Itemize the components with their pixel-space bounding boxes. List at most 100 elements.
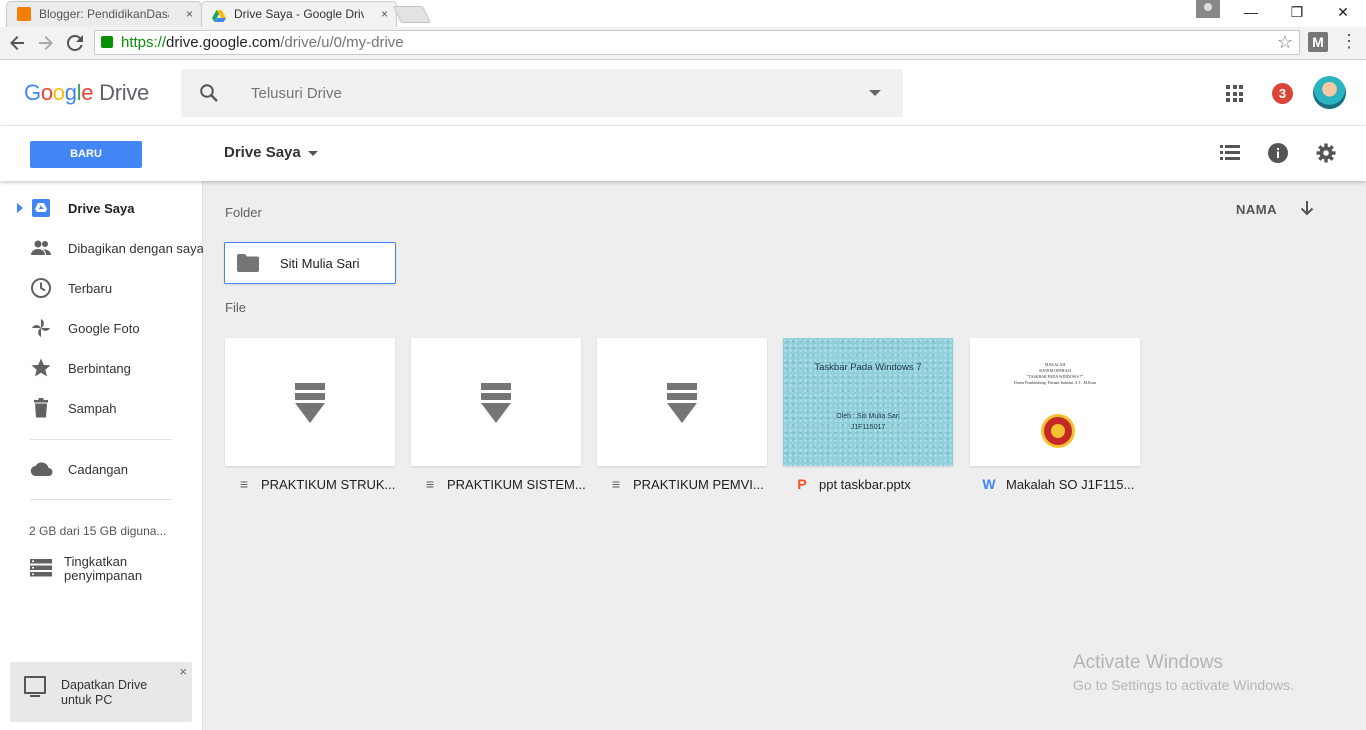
forward-icon[interactable]: [34, 31, 58, 55]
file-card[interactable]: MAKALAH SISTEM OPERASI "TASKBAR PADA WIN…: [970, 338, 1140, 466]
upgrade-label: Tingkatkan: [64, 554, 128, 569]
file-name: PRAKTIKUM SISTEM...: [447, 477, 586, 492]
sidebar-item-label: Google Foto: [68, 321, 140, 336]
url-scheme: https://: [121, 34, 167, 51]
activation-watermark-subtitle: Go to Settings to activate Windows.: [1073, 677, 1294, 693]
slide-byline: Oleh : Siti Mulia Sari J1F115017: [783, 411, 953, 433]
sidebar-item-label: Berbintang: [68, 361, 131, 376]
apps-grid-icon[interactable]: [1226, 85, 1243, 102]
file-caption[interactable]: ≡ PRAKTIKUM STRUK...: [225, 476, 395, 496]
sidebar-item-label: Dibagikan dengan saya: [68, 241, 204, 256]
url-path: /drive/u/0/my-drive: [280, 34, 404, 51]
generic-file-icon: [667, 383, 697, 430]
logo-letter: G: [24, 80, 41, 105]
generic-file-icon: [481, 383, 511, 430]
tab-google-drive[interactable]: Drive Saya - Google Drive ×: [201, 1, 397, 27]
sidebar-item-shared[interactable]: Dibagikan dengan saya: [0, 229, 204, 269]
file-card[interactable]: [225, 338, 395, 466]
file-name: PRAKTIKUM PEMVI...: [633, 477, 764, 492]
sidebar-item-label: Cadangan: [68, 462, 128, 477]
notification-badge[interactable]: 3: [1272, 83, 1293, 104]
upgrade-storage-link[interactable]: Tingkatkan penyimpanan: [30, 553, 200, 583]
slide-id: J1F115017: [850, 424, 886, 431]
document-preview-text: MAKALAH SISTEM OPERASI "TASKBAR PADA WIN…: [970, 362, 1140, 386]
new-button[interactable]: BARU: [30, 141, 142, 168]
back-icon[interactable]: [5, 31, 29, 55]
bookmark-star-icon[interactable]: ☆: [1277, 31, 1293, 54]
search-input[interactable]: [251, 81, 811, 105]
sidebar-item-trash[interactable]: Sampah: [0, 389, 203, 429]
sidebar-item-backups[interactable]: Cadangan: [0, 450, 203, 490]
settings-gear-icon[interactable]: [1316, 143, 1336, 168]
slide-thumbnail: Taskbar Pada Windows 7 Oleh : Siti Mulia…: [783, 338, 953, 466]
restore-button[interactable]: ❐: [1274, 0, 1320, 24]
breadcrumb-caret-icon[interactable]: [308, 151, 318, 156]
word-icon: W: [982, 476, 996, 492]
storage-icon: [30, 559, 52, 577]
logo-letter: e: [81, 80, 94, 105]
search-icon[interactable]: [199, 83, 219, 108]
file-card[interactable]: [597, 338, 767, 466]
sort-direction-icon[interactable]: [1300, 200, 1314, 221]
browser-menu-icon[interactable]: ⋮: [1340, 32, 1358, 50]
search-options-caret-icon[interactable]: [869, 90, 881, 96]
file-name: ppt taskbar.pptx: [819, 477, 911, 492]
sidebar-item-starred[interactable]: Berbintang: [0, 349, 203, 389]
star-icon: [30, 357, 52, 379]
list-view-icon[interactable]: [1220, 145, 1240, 166]
folder-section-heading: Folder: [225, 205, 262, 220]
document-thumbnail: MAKALAH SISTEM OPERASI "TASKBAR PADA WIN…: [970, 338, 1140, 466]
generic-file-type-icon: ≡: [425, 476, 435, 492]
upgrade-label: penyimpanan: [64, 568, 143, 583]
file-caption[interactable]: ≡ PRAKTIKUM PEMVI...: [597, 476, 767, 496]
sidebar-item-label: Drive Saya: [68, 201, 135, 216]
promo-text: Dapatkan Drive: [61, 678, 148, 692]
breadcrumb[interactable]: Drive Saya: [224, 144, 301, 161]
trash-icon: [30, 397, 52, 419]
address-bar[interactable]: https://drive.google.com/drive/u/0/my-dr…: [94, 30, 1300, 55]
close-icon[interactable]: ×: [179, 664, 187, 679]
file-caption[interactable]: P ppt taskbar.pptx: [783, 476, 953, 496]
tab-blogger[interactable]: Blogger: PendidikanDasar ×: [6, 1, 202, 27]
file-card[interactable]: [411, 338, 581, 466]
product-name: Drive: [99, 80, 149, 105]
storage-usage-text: 2 GB dari 15 GB diguna...: [29, 524, 167, 538]
generic-file-type-icon: ≡: [239, 476, 249, 492]
tab-close-icon[interactable]: ×: [186, 2, 193, 26]
reload-icon[interactable]: [63, 31, 87, 55]
drive-toolbar: BARU Drive Saya: [0, 126, 1366, 181]
file-caption[interactable]: ≡ PRAKTIKUM SISTEM...: [411, 476, 586, 496]
folder-card[interactable]: Siti Mulia Sari: [224, 242, 396, 284]
close-window-button[interactable]: ✕: [1320, 0, 1366, 24]
promo-text: untuk PC: [61, 693, 113, 707]
sidebar-item-my-drive[interactable]: Drive Saya: [0, 189, 203, 229]
file-thumbnail: [411, 338, 581, 466]
expand-arrow-icon[interactable]: [17, 203, 23, 213]
activation-watermark-title: Activate Windows: [1073, 652, 1223, 673]
browser-profile-icon[interactable]: [1196, 0, 1220, 18]
folder-icon: [237, 254, 259, 277]
minimize-button[interactable]: —: [1228, 0, 1274, 24]
file-browser: Folder NAMA Siti Mulia Sari File ≡ PRAKT…: [203, 181, 1366, 730]
file-caption[interactable]: W Makalah SO J1F115...: [970, 476, 1140, 496]
file-card[interactable]: Taskbar Pada Windows 7 Oleh : Siti Mulia…: [783, 338, 953, 466]
slide-author: Oleh : Siti Mulia Sari: [836, 413, 900, 420]
document-line: Dosen Pembimbing: Fitriani Indriani, S.T…: [1013, 380, 1097, 385]
sidebar-item-label: Sampah: [68, 401, 117, 416]
sidebar-item-label: Terbaru: [68, 281, 113, 296]
sidebar-item-google-photos[interactable]: Google Foto: [0, 309, 203, 349]
file-thumbnail: [597, 338, 767, 466]
get-drive-for-pc-promo[interactable]: Dapatkan Drive untuk PC ×: [10, 662, 192, 722]
sidebar-item-recent[interactable]: Terbaru: [0, 269, 203, 309]
sort-by-name-button[interactable]: NAMA: [1236, 202, 1277, 217]
info-icon[interactable]: [1268, 143, 1288, 168]
extension-icon[interactable]: M: [1308, 32, 1328, 52]
powerpoint-icon: P: [797, 476, 807, 492]
tab-title: Blogger: PendidikanDasar: [39, 7, 169, 21]
tab-close-icon[interactable]: ×: [381, 2, 388, 26]
new-tab-button[interactable]: [393, 6, 431, 23]
google-drive-logo[interactable]: Google Drive: [24, 80, 149, 106]
logo-letter: g: [64, 80, 77, 105]
generic-file-type-icon: ≡: [611, 476, 621, 492]
avatar[interactable]: [1313, 76, 1346, 109]
